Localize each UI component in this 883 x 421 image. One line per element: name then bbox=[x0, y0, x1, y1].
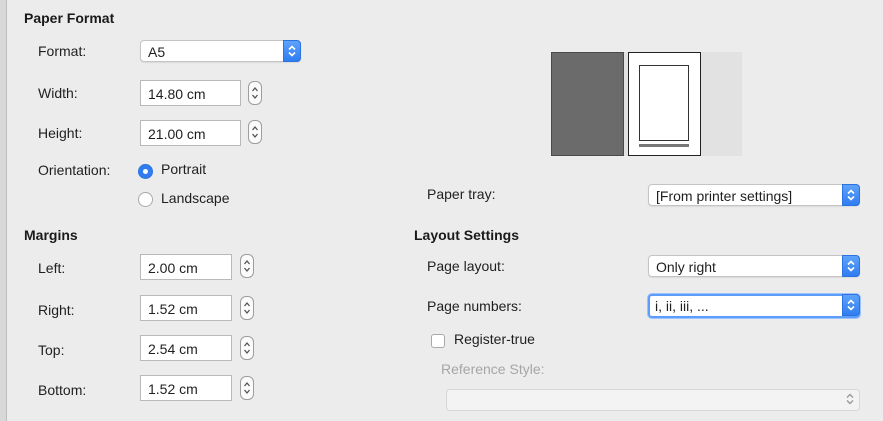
orientation-label: Orientation: bbox=[38, 162, 111, 178]
chevron-updown-icon bbox=[283, 40, 301, 62]
reference-style-select[interactable] bbox=[446, 389, 860, 411]
format-label: Format: bbox=[38, 43, 87, 59]
margin-top-spinner[interactable] bbox=[240, 336, 254, 360]
register-true-checkbox[interactable] bbox=[431, 334, 445, 348]
margin-bottom-field[interactable]: 1.52 cm bbox=[140, 375, 232, 401]
page-preview bbox=[551, 52, 742, 156]
chevron-updown-icon bbox=[842, 184, 860, 206]
preview-footer bbox=[639, 144, 689, 147]
landscape-label[interactable]: Landscape bbox=[161, 190, 230, 206]
page-numbers-select[interactable]: i, ii, iii, ... bbox=[648, 294, 860, 318]
register-true-label[interactable]: Register-true bbox=[454, 331, 535, 347]
paper-tray-select[interactable]: [From printer settings] bbox=[648, 184, 860, 206]
layout-settings-heading: Layout Settings bbox=[414, 227, 520, 243]
height-field[interactable]: 21.00 cm bbox=[140, 120, 241, 146]
width-label: Width: bbox=[38, 85, 78, 101]
paper-format-heading: Paper Format bbox=[24, 10, 115, 26]
page-layout-label: Page layout: bbox=[427, 258, 505, 274]
page-numbers-label: Page numbers: bbox=[427, 298, 522, 314]
margin-top-label: Top: bbox=[38, 342, 65, 358]
window-left-edge bbox=[0, 0, 7, 421]
chevron-updown-icon bbox=[842, 255, 860, 277]
format-value: A5 bbox=[148, 44, 166, 60]
margins-heading: Margins bbox=[24, 227, 78, 243]
margin-right-spinner[interactable] bbox=[240, 296, 254, 320]
margin-left-value: 2.00 cm bbox=[148, 260, 198, 276]
portrait-radio[interactable] bbox=[138, 164, 153, 179]
margin-left-spinner[interactable] bbox=[240, 254, 254, 278]
margin-left-label: Left: bbox=[38, 260, 66, 276]
width-spinner[interactable] bbox=[248, 81, 262, 105]
margin-right-value: 1.52 cm bbox=[148, 301, 198, 317]
margin-left-field[interactable]: 2.00 cm bbox=[140, 254, 232, 280]
page-layout-select[interactable]: Only right bbox=[648, 255, 860, 277]
paper-tray-value: [From printer settings] bbox=[656, 188, 793, 204]
margin-top-value: 2.54 cm bbox=[148, 341, 198, 357]
height-label: Height: bbox=[38, 125, 83, 141]
height-spinner[interactable] bbox=[248, 120, 262, 144]
margin-bottom-label: Bottom: bbox=[38, 382, 87, 398]
preview-left-page bbox=[551, 52, 624, 156]
width-value: 14.80 cm bbox=[148, 86, 206, 102]
margin-right-field[interactable]: 1.52 cm bbox=[140, 295, 232, 321]
margin-top-field[interactable]: 2.54 cm bbox=[140, 335, 232, 361]
chevron-updown-icon bbox=[842, 294, 860, 316]
reference-style-label: Reference Style: bbox=[441, 361, 545, 377]
format-select[interactable]: A5 bbox=[140, 40, 301, 62]
height-value: 21.00 cm bbox=[148, 126, 206, 142]
paper-tray-label: Paper tray: bbox=[427, 186, 496, 202]
page-layout-value: Only right bbox=[656, 259, 716, 275]
margin-right-label: Right: bbox=[38, 302, 75, 318]
preview-text-area bbox=[639, 65, 689, 141]
portrait-label[interactable]: Portrait bbox=[161, 161, 206, 177]
preview-right-page bbox=[628, 52, 701, 156]
landscape-radio[interactable] bbox=[138, 192, 153, 207]
margin-bottom-spinner[interactable] bbox=[240, 376, 254, 400]
chevron-updown-icon bbox=[842, 389, 860, 411]
margin-bottom-value: 1.52 cm bbox=[148, 381, 198, 397]
page-numbers-value: i, ii, iii, ... bbox=[655, 298, 709, 314]
width-field[interactable]: 14.80 cm bbox=[140, 80, 241, 106]
